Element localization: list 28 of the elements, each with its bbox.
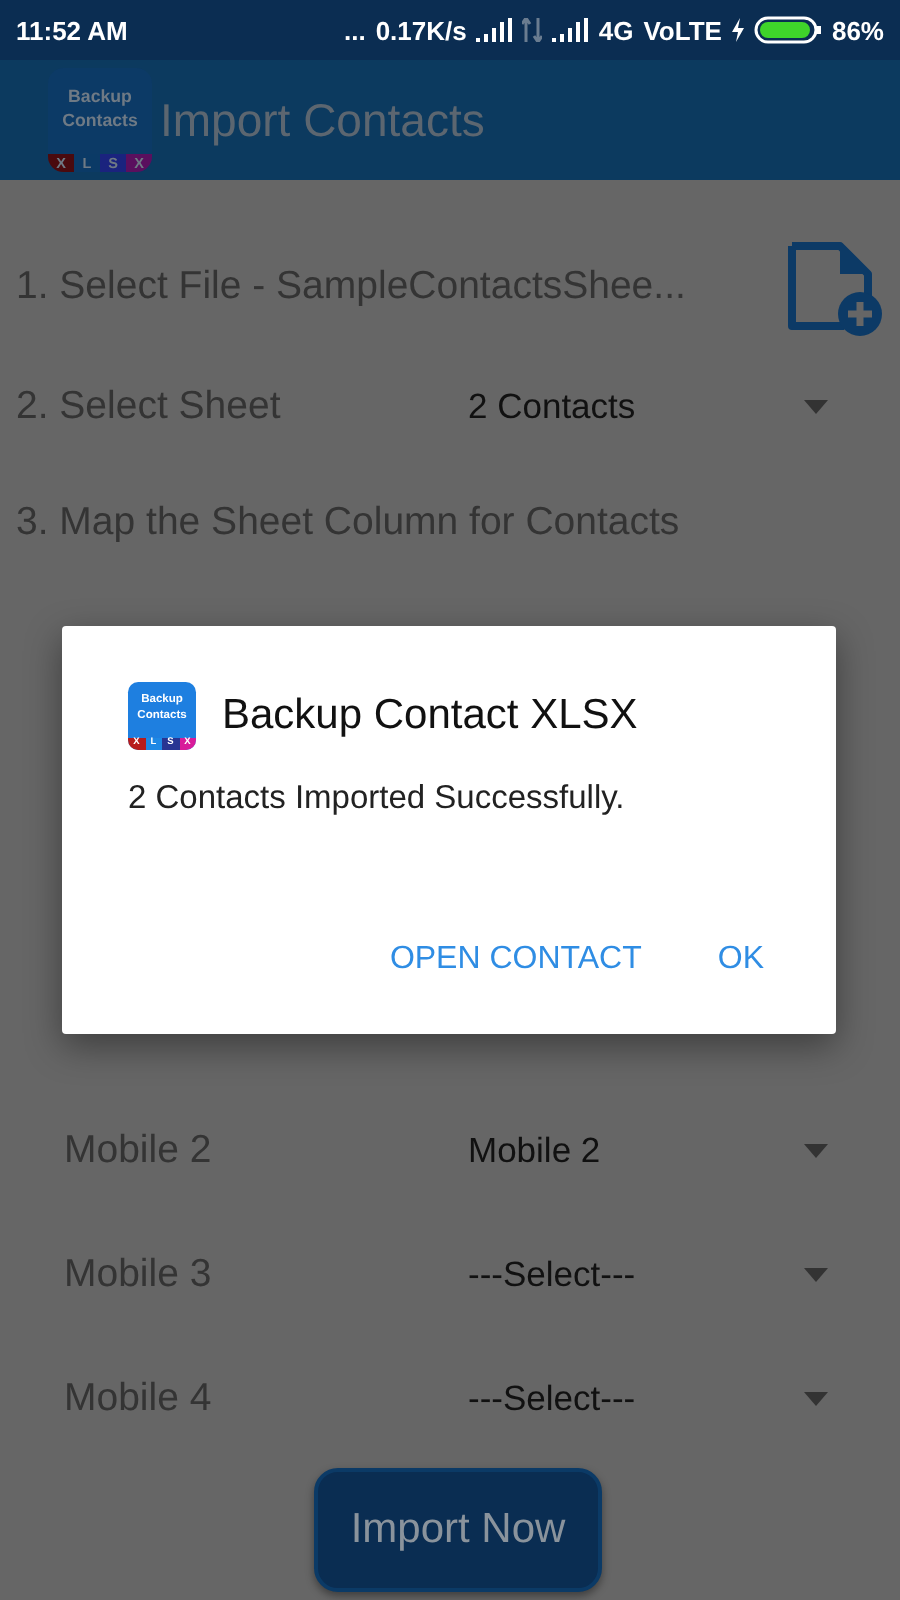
signal-icon [552,18,589,42]
dialog-button[interactable]: OPEN CONTACT [373,934,658,986]
column-dropdown[interactable]: Mobile 2 [468,1129,776,1171]
network-type: 4G [598,15,634,45]
dropdown-caret-icon [804,1143,828,1157]
logo-text: Backup [68,86,132,111]
data-arrows-icon [522,18,543,42]
dropdown-caret-icon [804,1267,828,1281]
dialog-message: 2 Contacts Imported Successfully. [128,780,627,818]
battery-icon [753,16,822,44]
add-file-icon[interactable] [784,238,888,342]
column-dropdown[interactable]: ---Select--- [468,1377,776,1419]
dialog-title: Backup Contact XLSX [222,692,638,740]
dialog-button[interactable]: OK [701,934,780,986]
import-now-button[interactable]: Import Now [314,1468,602,1592]
signal-icon [476,18,513,42]
volte-label: VoLTE [643,15,722,45]
screen-title: Import Contacts [160,93,485,147]
column-dropdown[interactable]: ---Select--- [468,1253,776,1295]
charging-icon [731,18,744,42]
status-time: 11:52 AM [16,15,128,45]
sheet-dropdown[interactable]: 2 Contacts [468,385,776,427]
battery-percent: 86% [831,15,884,45]
logo-text: Contacts [62,110,138,135]
dropdown-caret-icon [804,399,828,413]
dropdown-caret-icon [804,1391,828,1405]
network-speed: 0.17K/s [375,15,467,45]
status-dots: ... [343,15,366,45]
